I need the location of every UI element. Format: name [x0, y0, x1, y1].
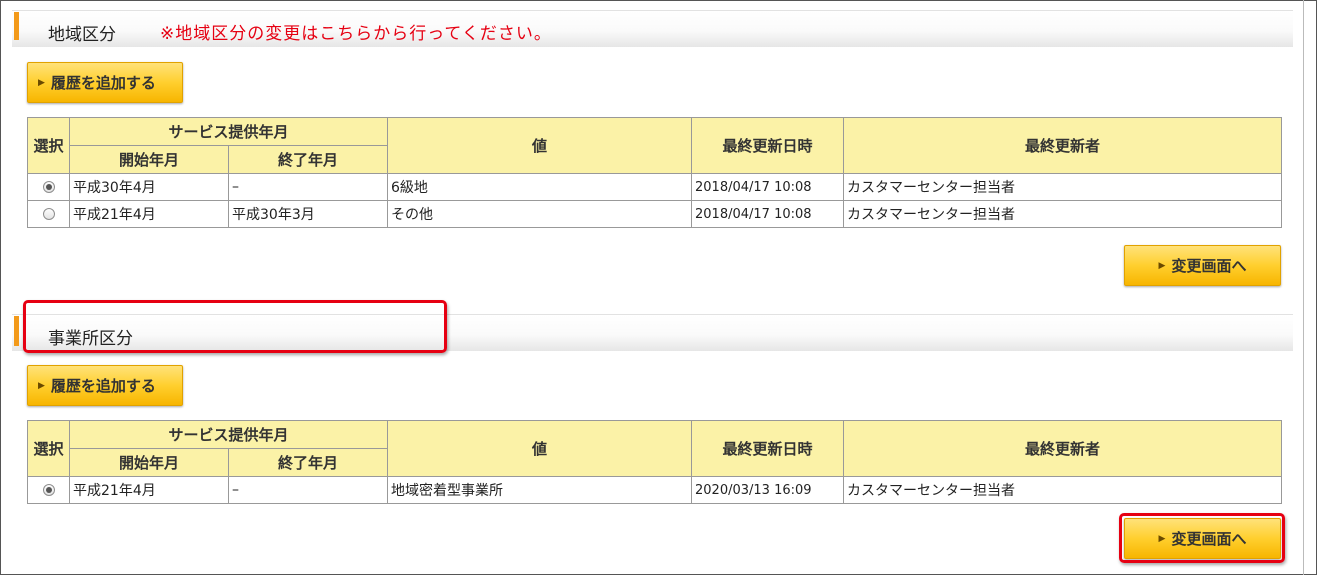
col-updated-by: 最終更新者	[843, 117, 1283, 174]
highlight-box-office-title	[23, 300, 447, 353]
col-end: 終了年月	[227, 448, 389, 477]
col-updated-by: 最終更新者	[843, 420, 1283, 477]
change-screen-button-area[interactable]: ▶ 変更画面へ	[1124, 245, 1281, 286]
section-accent-bar	[14, 316, 19, 346]
start-cell: 平成21年4月	[69, 476, 229, 504]
col-select: 選択	[27, 117, 70, 174]
updated-at-cell: 2018/04/17 10:08	[691, 173, 845, 201]
table-row: 平成21年4月 平成30年3月 その他 2018/04/17 10:08 カスタ…	[27, 200, 1283, 228]
end-cell: –	[227, 476, 389, 504]
select-cell[interactable]	[27, 476, 70, 504]
col-updated-at: 最終更新日時	[691, 117, 845, 174]
radio-unselected-icon[interactable]	[42, 208, 55, 220]
updated-by-cell: カスタマーセンター担当者	[843, 173, 1283, 201]
col-updated-at: 最終更新日時	[691, 420, 845, 477]
col-value: 値	[387, 117, 693, 174]
office-history-table: 選択 サービス提供年月 値 最終更新日時 最終更新者 開始年月 終了年月 平成2…	[27, 420, 1283, 504]
chevron-right-icon: ▶	[38, 77, 45, 88]
updated-by-cell: カスタマーセンター担当者	[843, 476, 1283, 504]
add-history-label: 履歴を追加する	[50, 377, 156, 395]
section-accent-bar	[14, 12, 19, 40]
change-screen-label: 変更画面へ	[1171, 257, 1247, 275]
col-service-period: サービス提供年月	[68, 420, 389, 449]
value-cell: 6級地	[387, 173, 693, 201]
start-cell: 平成30年4月	[69, 173, 229, 201]
col-select: 選択	[27, 420, 70, 477]
col-value: 値	[387, 420, 693, 477]
table-row: 平成30年4月 – 6級地 2018/04/17 10:08 カスタマーセンター…	[27, 173, 1283, 201]
value-cell: その他	[387, 200, 693, 228]
updated-at-cell: 2020/03/13 16:09	[691, 476, 845, 504]
chevron-right-icon: ▶	[1158, 260, 1166, 271]
col-end: 終了年月	[227, 145, 389, 174]
value-cell: 地域密着型事業所	[387, 476, 693, 504]
add-history-label: 履歴を追加する	[50, 74, 156, 92]
radio-selected-icon[interactable]	[42, 484, 55, 496]
area-change-notice: ※地域区分の変更はこちらから行ってください。	[160, 24, 552, 44]
table-row: 平成21年4月 – 地域密着型事業所 2020/03/13 16:09 カスタマ…	[27, 476, 1283, 504]
chevron-right-icon: ▶	[38, 380, 45, 391]
radio-selected-icon[interactable]	[42, 181, 55, 193]
end-cell: 平成30年3月	[227, 200, 389, 228]
scrollbar-edge	[1303, 0, 1304, 575]
select-cell[interactable]	[27, 173, 70, 201]
select-cell[interactable]	[27, 200, 70, 228]
col-start: 開始年月	[69, 448, 229, 477]
add-history-button-office[interactable]: ▶ 履歴を追加する	[27, 365, 183, 406]
end-cell: –	[227, 173, 389, 201]
add-history-button-area[interactable]: ▶ 履歴を追加する	[27, 62, 183, 103]
section-title-area: 地域区分	[48, 25, 116, 45]
updated-at-cell: 2018/04/17 10:08	[691, 200, 845, 228]
updated-by-cell: カスタマーセンター担当者	[843, 200, 1283, 228]
area-history-table: 選択 サービス提供年月 値 最終更新日時 最終更新者 開始年月 終了年月 平成3…	[27, 117, 1283, 228]
col-start: 開始年月	[69, 145, 229, 174]
start-cell: 平成21年4月	[69, 200, 229, 228]
col-service-period: サービス提供年月	[68, 117, 389, 146]
highlight-box-change-button	[1119, 513, 1285, 563]
